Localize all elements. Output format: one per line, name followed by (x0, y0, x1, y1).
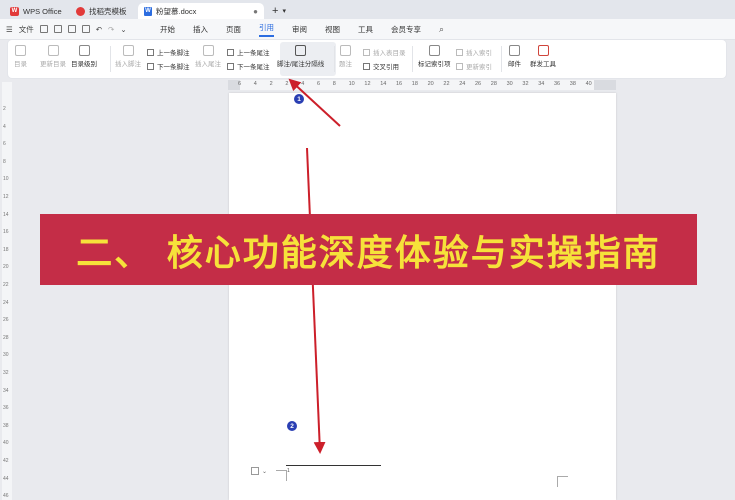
step-2-badge: 2 (287, 421, 297, 431)
step-1-badge: 1 (294, 94, 304, 104)
banner-text: 二、 核心功能深度体验与实操指南 (76, 232, 661, 274)
arrow-to-footnote-area (306, 147, 326, 454)
title-banner: 二、 核心功能深度体验与实操指南 (40, 214, 697, 285)
